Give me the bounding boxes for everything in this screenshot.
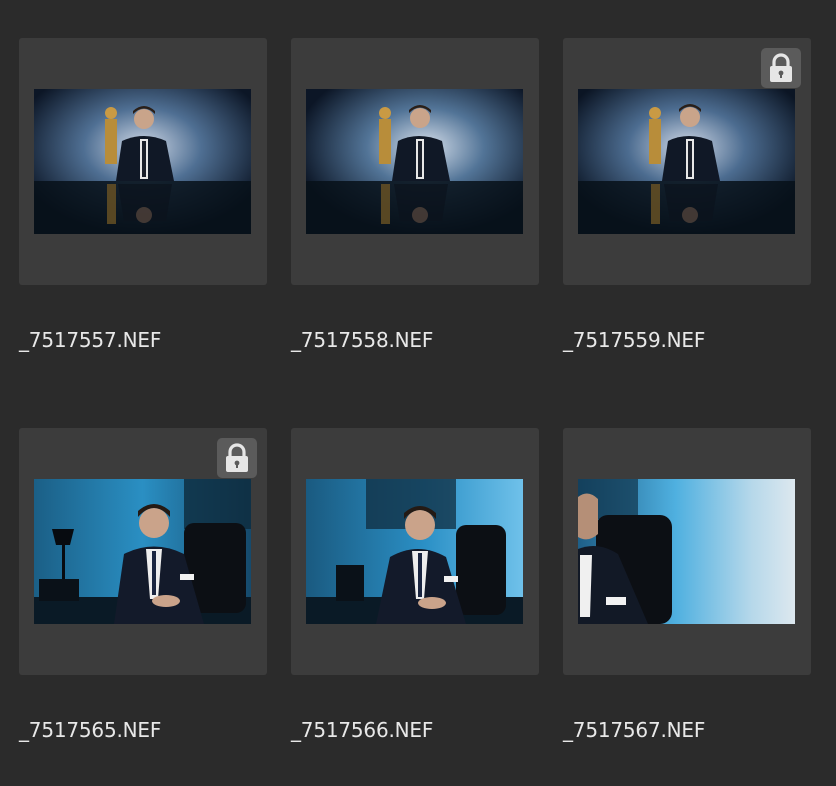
thumbnail-filename: _7517558.NEF (291, 328, 434, 352)
thumbnail-grid: _7517557.NEF _7517558.NEF _7517559.NEF _… (0, 0, 836, 786)
thumbnail-filename: _7517557.NEF (19, 328, 162, 352)
thumbnail-card[interactable] (291, 428, 539, 675)
thumbnail-card[interactable] (291, 38, 539, 285)
photo-thumbnail (34, 479, 251, 624)
thumbnail-filename: _7517559.NEF (563, 328, 706, 352)
lock-icon (770, 53, 792, 82)
photo-thumbnail (578, 479, 795, 624)
thumbnail-card[interactable] (19, 38, 267, 285)
thumbnail-filename: _7517567.NEF (563, 718, 706, 742)
thumbnail-card[interactable] (19, 428, 267, 675)
photo-thumbnail (34, 89, 251, 234)
thumbnail-card[interactable] (563, 38, 811, 285)
lock-badge[interactable] (761, 48, 801, 88)
thumbnail-filename: _7517565.NEF (19, 718, 162, 742)
photo-thumbnail (578, 89, 795, 234)
photo-thumbnail (306, 89, 523, 234)
thumbnail-card[interactable] (563, 428, 811, 675)
thumbnail-filename: _7517566.NEF (291, 718, 434, 742)
lock-icon (226, 443, 248, 472)
lock-badge[interactable] (217, 438, 257, 478)
photo-thumbnail (306, 479, 523, 624)
